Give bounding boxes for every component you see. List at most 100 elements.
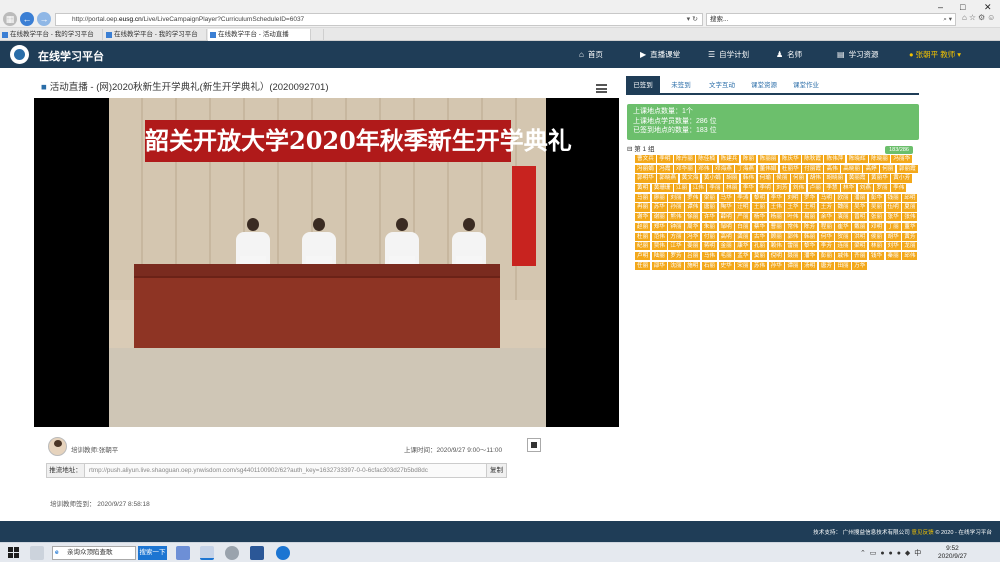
user-menu[interactable]: ● 张朝平 教师 ▾ [909, 49, 961, 60]
attendee-name: 马丽 [635, 193, 651, 202]
signed-in-list: 曹文兵 李明 陈丹丽 陈佳楠 陈建兵 陈丽 陈丽丽 陈庆华 陈秋霞 陈伟萍 陈晓辉 陈晓丽 冯丽华 冯丽娟… [635, 155, 920, 375]
word-icon[interactable] [250, 546, 264, 560]
tab-not-signed-in[interactable]: 未签到 [664, 76, 698, 95]
attendee-name: 黄丽霞 [846, 174, 868, 183]
attendee-name: 方丽 [668, 232, 684, 241]
attendee-name: 钟丽 [668, 222, 684, 231]
new-tab-button[interactable] [312, 29, 324, 41]
browser-search-input[interactable]: 搜索... ⌕ ▾ [706, 13, 956, 26]
trainer-name: 培训教师:张朝平 [71, 447, 119, 454]
system-tray[interactable]: ⌃ ▭ ● ● ● ◆ 中 [860, 548, 922, 558]
nav-teachers[interactable]: ♟ 名师 [776, 49, 802, 60]
attendee-name: 魏丽 [835, 203, 851, 212]
copy-button[interactable]: 复制 [486, 464, 506, 477]
ceremony-banner: 韶关开放大学2020年秋季新生开学典礼 [145, 120, 572, 162]
tab-signed-in[interactable]: 已签到 [626, 76, 660, 95]
attendee-name: 黎华 [802, 242, 818, 251]
video-player[interactable]: 韶关开放大学2020年秋季新生开学典礼 [34, 98, 619, 427]
feedback-link[interactable]: 意见反馈 [911, 530, 933, 536]
attendee-name: 丁海燕 [735, 164, 757, 173]
attendee-name: 唐芳 [818, 261, 834, 270]
browser-tab[interactable]: 在线教学平台 - 我的学习平台 [104, 29, 207, 41]
attendee-name: 陈丹丽 [674, 155, 695, 164]
attendee-name: 邱伟 [902, 251, 918, 261]
attendee-name: 谭伟 [685, 203, 701, 212]
attendee-name: 杨华 [751, 213, 768, 222]
attendee-name: 杜丽华 [779, 164, 801, 173]
flag [512, 166, 536, 266]
attendee-name: 吴丽 [868, 203, 885, 212]
attendee-name: 钱华 [868, 251, 885, 261]
browser-tab-active[interactable]: 在线教学平台 - 活动直播 [208, 29, 311, 41]
attendee-name: 张华 [885, 213, 901, 222]
tab-class-resources[interactable]: 课堂资源 [746, 76, 782, 95]
taskbar-search-input[interactable]: e 亲询众顶陷查歌 [52, 546, 136, 560]
company-link[interactable]: 广州搜益信息技术有限公司 [843, 530, 910, 536]
url-input[interactable]: http://portal.oep.eusg.cn/Live/LiveCampa… [55, 13, 703, 26]
taskbar-search-button[interactable]: 搜索一下 [138, 546, 167, 560]
qr-code-button[interactable] [527, 438, 541, 452]
attendee-name: 孟华 [735, 251, 751, 261]
browser-toolbar-icons[interactable]: ⌂☆⚙☺ [962, 13, 997, 22]
attendee-name: 罗芳 [668, 251, 684, 261]
refresh-icon[interactable]: ▾ ↻ [687, 14, 698, 25]
start-button[interactable] [8, 547, 19, 558]
attendee-name: 高伟 [824, 164, 840, 173]
browser-tab[interactable]: 在线教学平台 - 我的学习平台 [0, 29, 103, 41]
site-footer: 技术支持： 广州搜益信息技术有限公司 意见反馈 © 2020 - 在线学习平台 [0, 521, 1000, 542]
attendee-name: 黄文海 [679, 174, 701, 183]
browser-address-bar: – □ ✕ ▦ ← → http://portal.oep.eusg.cn/Li… [0, 0, 1000, 28]
app-icon[interactable] [200, 546, 214, 560]
clock[interactable]: 9:52 2020/9/27 [938, 545, 967, 561]
page-title: ■ 活动直播 - (网)2020秋新生开学典礼(新生开学典礼）(202009270… [41, 82, 329, 93]
attendee-name: 史华 [718, 261, 734, 270]
attendee-name: 任丽 [635, 261, 651, 270]
attendee-name: 黄珊珊 [651, 184, 673, 193]
attendee-name: 王芳 [818, 203, 834, 212]
teacher-icon: ♟ [776, 50, 784, 59]
attendee-name: 罗丽 [874, 184, 890, 193]
attendee-name: 邹明 [718, 222, 734, 231]
back-icon[interactable]: ← [20, 12, 34, 26]
nav-live-class[interactable]: ▶ 直播课堂 [640, 49, 680, 60]
attendee-name: 冯丽华 [891, 155, 913, 164]
user-icon: ● [909, 50, 916, 59]
attendee-name: 龚丽 [735, 232, 751, 241]
attendee-name: 叶伟 [785, 213, 801, 222]
attendee-name: 董伟娟 [757, 164, 779, 173]
maximize-icon[interactable]: □ [960, 2, 965, 12]
attendee-name: 卢明 [635, 251, 651, 261]
app-icon[interactable] [225, 546, 239, 560]
nav-resources[interactable]: ▤ 学习资源 [837, 49, 879, 60]
edge-icon[interactable] [276, 546, 290, 560]
group-header[interactable]: ⊟ 第 1 组 183/286 [627, 145, 919, 155]
search-icon[interactable]: ⌕ ▾ [943, 14, 952, 25]
attendee-name: 石丽 [701, 261, 718, 270]
attendee-name: 汤明 [802, 261, 818, 270]
site-title[interactable]: 在线学习平台 [38, 48, 104, 64]
forward-icon[interactable]: → [37, 12, 51, 26]
tab-homework[interactable]: 课堂作业 [788, 76, 824, 95]
logo-icon [10, 45, 29, 64]
camera-icon: ■ [41, 82, 47, 93]
minimize-icon[interactable]: – [938, 2, 943, 12]
attendee-name: 高婷 [863, 164, 879, 173]
nav-home[interactable]: ⌂ 首页 [579, 49, 603, 60]
close-window-icon[interactable]: ✕ [984, 2, 992, 13]
attendee-name: 谭丽 [785, 261, 801, 270]
attendee-name: 冉丽 [635, 203, 651, 212]
app-icon[interactable] [176, 546, 190, 560]
attendee-name: 郭晓燕 [657, 174, 679, 183]
push-url-field[interactable]: rtmp://push.aliyun.live.shaoguan.oep.ynw… [89, 464, 485, 477]
podium-front [134, 276, 500, 348]
attendee-name: 陈伟萍 [824, 155, 846, 164]
cortana-icon[interactable] [30, 546, 44, 560]
nav-self-study[interactable]: ☰ 自学计划 [708, 49, 749, 60]
attendee-name: 韩伟 [740, 174, 757, 183]
attendee-name: 卢丽 [807, 184, 823, 193]
tab-text-chat[interactable]: 文字互动 [704, 76, 740, 95]
attendee-name: 曾明 [852, 213, 868, 222]
attendee-name: 李华 [740, 184, 757, 193]
attendee-name: 伍明 [885, 203, 901, 212]
list-icon[interactable] [596, 84, 607, 93]
